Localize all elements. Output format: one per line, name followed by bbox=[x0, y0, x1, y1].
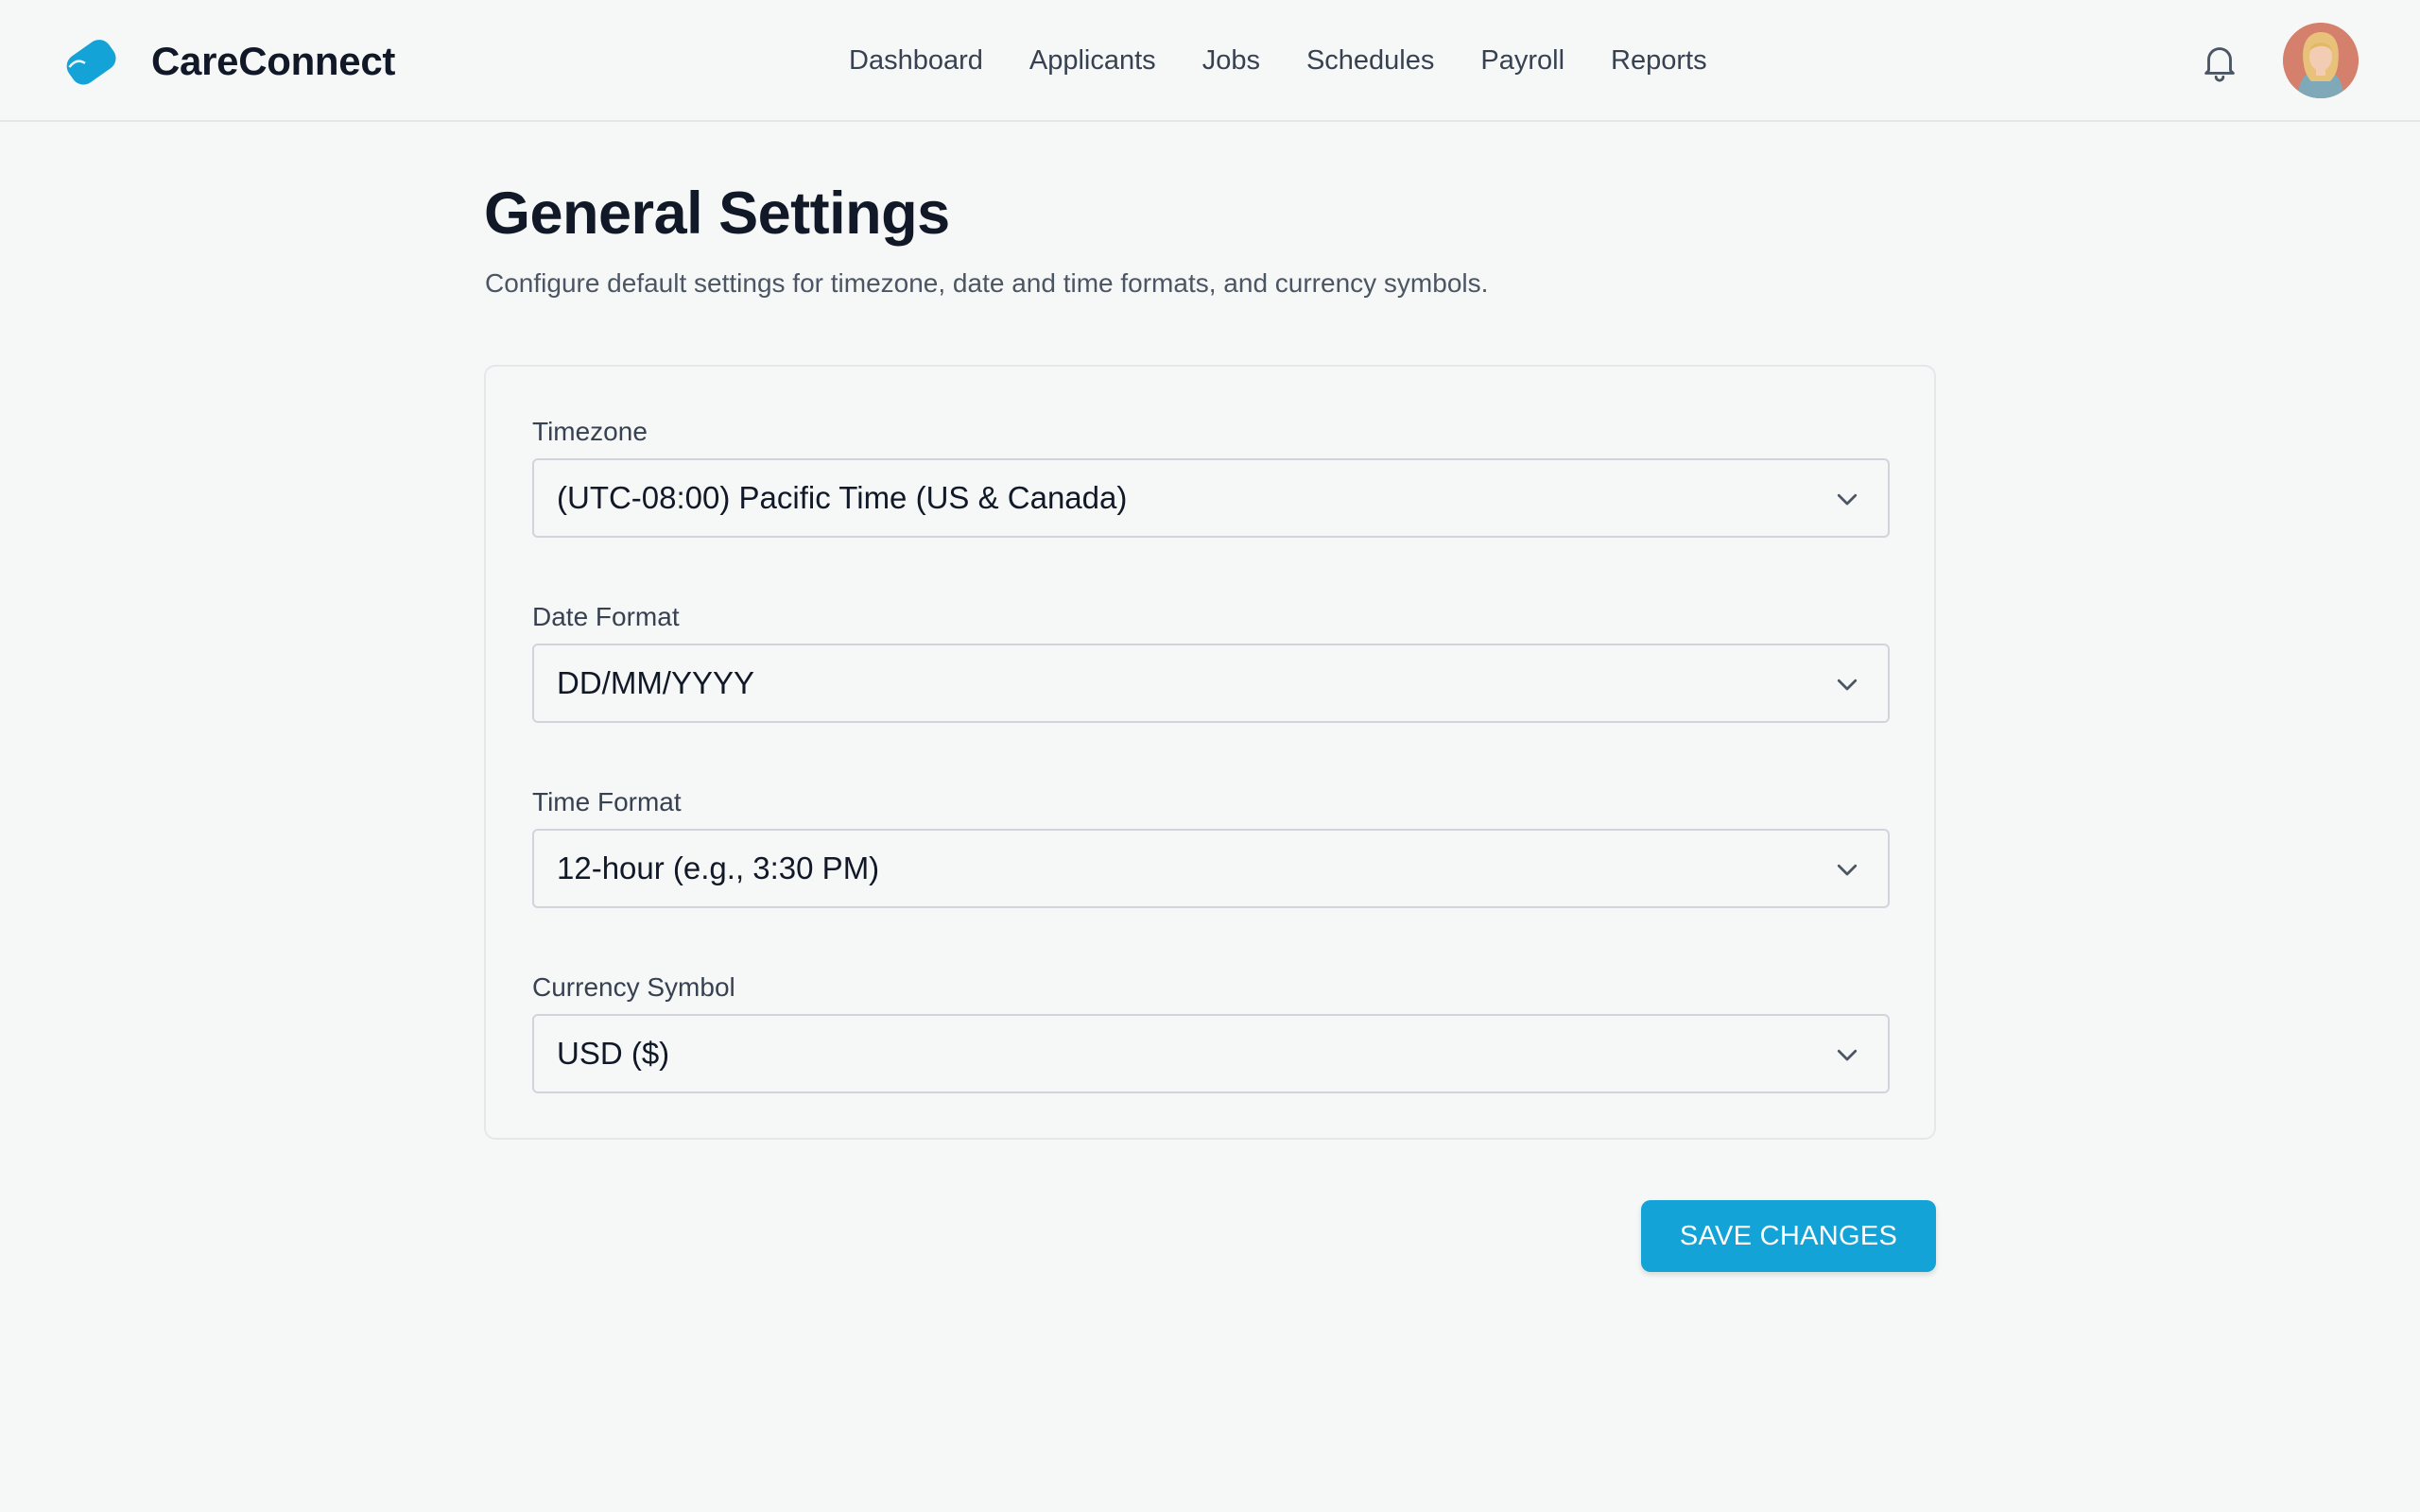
date-format-value: DD/MM/YYYY bbox=[557, 665, 755, 700]
date-format-select[interactable]: DD/MM/YYYY bbox=[532, 644, 1890, 723]
timezone-label: Timezone bbox=[532, 417, 648, 446]
main-nav: Dashboard Applicants Jobs Schedules Payr… bbox=[849, 38, 1707, 83]
nav-payroll[interactable]: Payroll bbox=[1480, 45, 1564, 77]
time-format-value: 12-hour (e.g., 3:30 PM) bbox=[557, 850, 880, 885]
date-format-label: Date Format bbox=[532, 602, 680, 631]
brand-home-link[interactable]: CareConnect bbox=[60, 31, 395, 92]
save-changes-button[interactable]: SAVE CHANGES bbox=[1641, 1200, 1936, 1272]
user-avatar[interactable] bbox=[2283, 23, 2359, 98]
avatar-portrait-icon bbox=[2283, 23, 2359, 98]
currency-symbol-value: USD ($) bbox=[557, 1036, 670, 1071]
currency-symbol-select[interactable]: USD ($) bbox=[532, 1014, 1890, 1093]
nav-schedules[interactable]: Schedules bbox=[1306, 45, 1434, 77]
nav-reports[interactable]: Reports bbox=[1611, 45, 1707, 77]
chevron-down-icon bbox=[1837, 679, 1858, 691]
nav-jobs[interactable]: Jobs bbox=[1202, 45, 1260, 77]
timezone-value: (UTC-08:00) Pacific Time (US & Canada) bbox=[557, 480, 1128, 515]
chevron-down-icon bbox=[1837, 493, 1858, 506]
chevron-down-icon bbox=[1837, 864, 1858, 876]
careconnect-logo-icon bbox=[66, 40, 116, 85]
page-subtitle: Configure default settings for timezone,… bbox=[485, 268, 1489, 298]
chevron-down-icon bbox=[1837, 1049, 1858, 1061]
currency-symbol-label: Currency Symbol bbox=[532, 972, 735, 1002]
top-navbar: CareConnect Dashboard Applicants Jobs Sc… bbox=[0, 0, 2420, 122]
nav-applicants[interactable]: Applicants bbox=[1029, 45, 1156, 77]
brand-name: CareConnect bbox=[151, 39, 396, 83]
bell-icon[interactable] bbox=[2198, 40, 2241, 83]
page-title: General Settings bbox=[484, 180, 950, 247]
timezone-select[interactable]: (UTC-08:00) Pacific Time (US & Canada) bbox=[532, 458, 1890, 538]
time-format-label: Time Format bbox=[532, 787, 682, 816]
settings-card: Timezone (UTC-08:00) Pacific Time (US & … bbox=[484, 365, 1936, 1140]
nav-dashboard[interactable]: Dashboard bbox=[849, 45, 983, 77]
time-format-select[interactable]: 12-hour (e.g., 3:30 PM) bbox=[532, 829, 1890, 908]
